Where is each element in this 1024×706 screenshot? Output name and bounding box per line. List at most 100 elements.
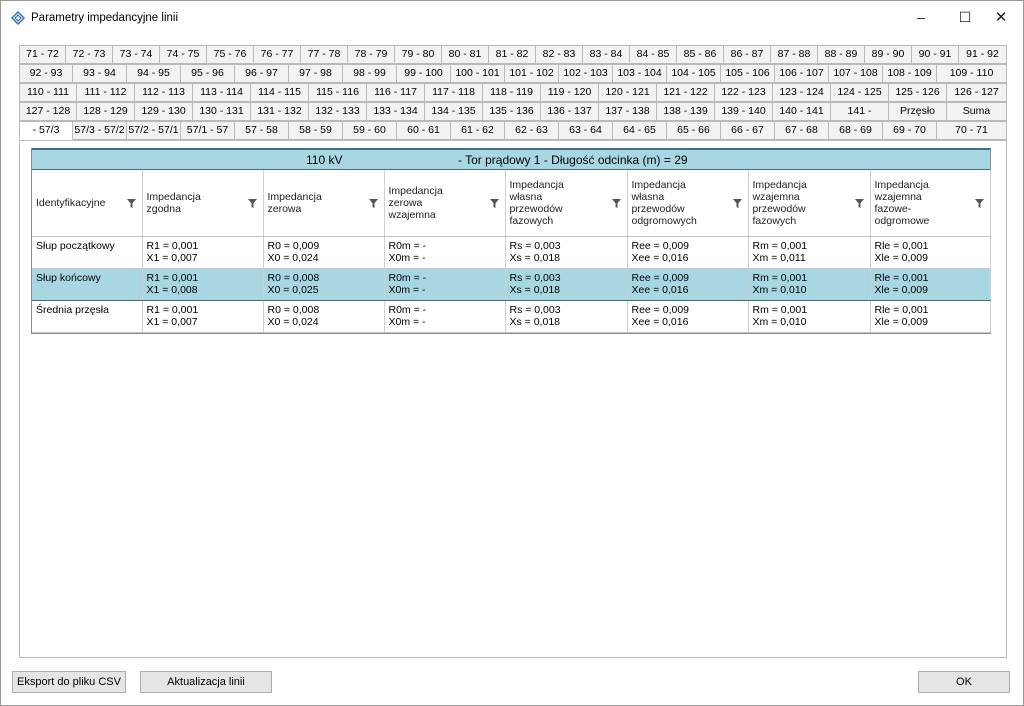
tab-101-102[interactable]: 101 - 102 [505,64,559,83]
tab-79-80[interactable]: 79 - 80 [395,45,442,64]
update-line-button[interactable]: Aktualizacja linii [140,671,272,693]
tab-103-104[interactable]: 103 - 104 [613,64,667,83]
tab-Przęsło[interactable]: Przęsło [889,102,947,121]
tab-123-124[interactable]: 123 - 124 [773,83,831,102]
table-row[interactable]: Średnia przęsła R1 = 0,001 X1 = 0,007 R0 =… [32,300,991,333]
tab-112-113[interactable]: 112 - 113 [135,83,193,102]
tab-119-120[interactable]: 119 - 120 [541,83,599,102]
tab-87-88[interactable]: 87 - 88 [771,45,818,64]
tab-105-106[interactable]: 105 - 106 [721,64,775,83]
tab-104-105[interactable]: 104 - 105 [667,64,721,83]
tab-78-79[interactable]: 78 - 79 [348,45,395,64]
close-button[interactable]: ✕ [979,1,1023,33]
tab-92-93[interactable]: 92 - 93 [19,64,73,83]
tab-95-96[interactable]: 95 - 96 [181,64,235,83]
tab-58-59[interactable]: 58 - 59 [289,121,343,140]
tab-88-89[interactable]: 88 - 89 [818,45,865,64]
tab-86-87[interactable]: 86 - 87 [724,45,771,64]
tab-57/1-57[interactable]: 57/1 - 57 [181,121,235,140]
tab-64-65[interactable]: 64 - 65 [613,121,667,140]
tab-74-75[interactable]: 74 - 75 [160,45,207,64]
tab-109-110[interactable]: 109 - 110 [937,64,1007,83]
tab-102-103[interactable]: 102 - 103 [559,64,613,83]
tab-127-128[interactable]: 127 - 128 [19,102,77,121]
tab-72-73[interactable]: 72 - 73 [66,45,113,64]
tab-114-115[interactable]: 114 - 115 [251,83,309,102]
tab-82-83[interactable]: 82 - 83 [536,45,583,64]
tab-136-137[interactable]: 136 - 137 [541,102,599,121]
column-header[interactable]: Impedancja zgodna [142,170,264,237]
tab-140-141[interactable]: 140 - 141 [773,102,831,121]
tab-61-62[interactable]: 61 - 62 [451,121,505,140]
filter-icon[interactable] [974,199,984,208]
column-header[interactable]: Impedancja zerowa wzajemna [384,170,506,237]
tab-134-135[interactable]: 134 - 135 [425,102,483,121]
tab-126-127[interactable]: 126 - 127 [947,83,1007,102]
export-csv-button[interactable]: Eksport do pliku CSV [12,671,126,693]
tab-118-119[interactable]: 118 - 119 [483,83,541,102]
tab-100-101[interactable]: 100 - 101 [451,64,505,83]
tab-132-133[interactable]: 132 - 133 [309,102,367,121]
tab-131-132[interactable]: 131 - 132 [251,102,309,121]
tab-Suma[interactable]: Suma [947,102,1007,121]
tab-107-108[interactable]: 107 - 108 [829,64,883,83]
table-row[interactable]: Słup początkowy R1 = 0,001 X1 = 0,007 R0 =… [32,236,991,269]
tab-66-67[interactable]: 66 - 67 [721,121,775,140]
filter-icon[interactable] [247,199,257,208]
tab-111-112[interactable]: 111 - 112 [77,83,135,102]
filter-icon[interactable] [854,199,864,208]
filter-icon[interactable] [126,199,136,208]
tab-96-97[interactable]: 96 - 97 [235,64,289,83]
tab-89-90[interactable]: 89 - 90 [865,45,912,64]
tab-120-121[interactable]: 120 - 121 [599,83,657,102]
tab-90-91[interactable]: 90 - 91 [912,45,959,64]
tab-98-99[interactable]: 98 - 99 [343,64,397,83]
tab-71-72[interactable]: 71 - 72 [19,45,66,64]
tab-73-74[interactable]: 73 - 74 [113,45,160,64]
tab-75-76[interactable]: 75 - 76 [207,45,254,64]
tab-138-139[interactable]: 138 - 139 [657,102,715,121]
filter-icon[interactable] [489,199,499,208]
tab-81-82[interactable]: 81 - 82 [489,45,536,64]
tab-57/2-57/1[interactable]: 57/2 - 57/1 [127,121,181,140]
column-header[interactable]: Identyfikacyjne [32,170,143,237]
tab-76-77[interactable]: 76 - 77 [254,45,301,64]
tab-139-140[interactable]: 139 - 140 [715,102,773,121]
tab-124-125[interactable]: 124 - 125 [831,83,889,102]
tab-116-117[interactable]: 116 - 117 [367,83,425,102]
tab-133-134[interactable]: 133 - 134 [367,102,425,121]
tab-117-118[interactable]: 117 - 118 [425,83,483,102]
tab-125-126[interactable]: 125 - 126 [889,83,947,102]
tab-62-63[interactable]: 62 - 63 [505,121,559,140]
tab-130-131[interactable]: 130 - 131 [193,102,251,121]
tab-99-100[interactable]: 99 - 100 [397,64,451,83]
tab-91-92[interactable]: 91 - 92 [959,45,1007,64]
filter-icon[interactable] [732,199,742,208]
ok-button[interactable]: OK [918,671,1010,693]
tab-68-69[interactable]: 68 - 69 [829,121,883,140]
tab-121-122[interactable]: 121 - 122 [657,83,715,102]
tab-128-129[interactable]: 128 - 129 [77,102,135,121]
tab-63-64[interactable]: 63 - 64 [559,121,613,140]
tab-57/3-57/2[interactable]: 57/3 - 57/2 [73,121,127,140]
tab-83-84[interactable]: 83 - 84 [583,45,630,64]
column-header[interactable]: Impedancja własna przewodów fazowych [505,170,628,237]
tab-137-138[interactable]: 137 - 138 [599,102,657,121]
column-header[interactable]: Impedancja zerowa [263,170,385,237]
tab-69-70[interactable]: 69 - 70 [883,121,937,140]
tab-115-116[interactable]: 115 - 116 [309,83,367,102]
tab-57/3[interactable]: - 57/3 [19,121,73,140]
filter-icon[interactable] [611,199,621,208]
tab-80-81[interactable]: 80 - 81 [442,45,489,64]
tab-59-60[interactable]: 59 - 60 [343,121,397,140]
tab-94-95[interactable]: 94 - 95 [127,64,181,83]
tab-70-71[interactable]: 70 - 71 [937,121,1007,140]
column-header[interactable]: Impedancja własna przewodów odgromowych [627,170,749,237]
tab-110-111[interactable]: 110 - 111 [19,83,77,102]
filter-icon[interactable] [368,199,378,208]
tab-67-68[interactable]: 67 - 68 [775,121,829,140]
tab-84-85[interactable]: 84 - 85 [630,45,677,64]
tab-97-98[interactable]: 97 - 98 [289,64,343,83]
tab-60-61[interactable]: 60 - 61 [397,121,451,140]
tab-57-58[interactable]: 57 - 58 [235,121,289,140]
